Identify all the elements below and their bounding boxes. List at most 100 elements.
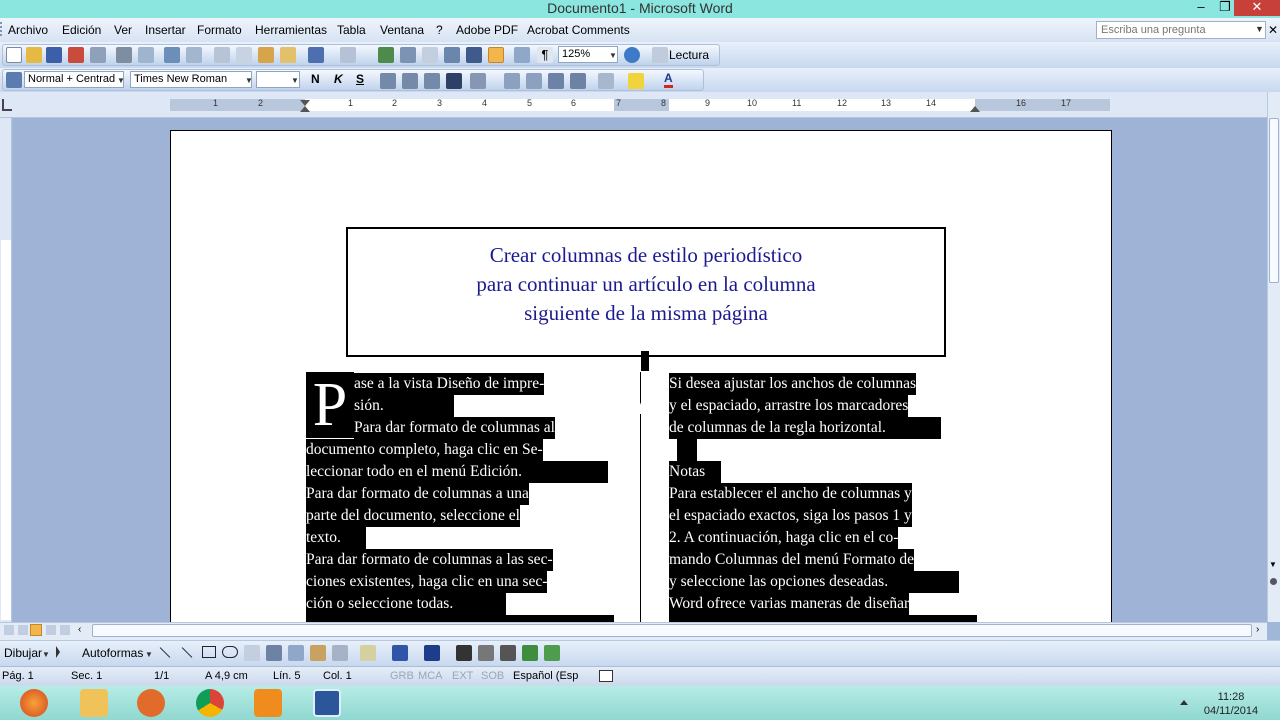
hyperlink-icon[interactable] bbox=[378, 47, 394, 63]
email-icon[interactable] bbox=[90, 47, 106, 63]
increase-indent-icon[interactable] bbox=[570, 73, 586, 89]
chrome-icon[interactable] bbox=[196, 689, 224, 717]
ask-dropdown-arrow-icon[interactable]: ▼ bbox=[1255, 24, 1264, 34]
underline-button[interactable]: S bbox=[356, 72, 364, 86]
paste-icon[interactable] bbox=[258, 47, 274, 63]
dash-style-icon[interactable] bbox=[478, 645, 494, 661]
fill-color-icon[interactable] bbox=[360, 645, 376, 661]
app-icon[interactable] bbox=[137, 689, 165, 717]
diagram-icon[interactable] bbox=[288, 645, 304, 661]
outline-view-icon[interactable] bbox=[46, 625, 56, 635]
reading-view-icon[interactable] bbox=[60, 625, 70, 635]
minimize-button[interactable]: – bbox=[1190, 0, 1212, 16]
menu-insertar[interactable]: Insertar bbox=[145, 23, 186, 37]
title-text-box[interactable]: Crear columnas de estilo periodístico pa… bbox=[346, 227, 946, 357]
justify-icon[interactable] bbox=[446, 73, 462, 89]
rectangle-tool-icon[interactable] bbox=[202, 646, 216, 658]
drawing-toggle-icon[interactable] bbox=[488, 47, 504, 63]
3d-style-icon[interactable] bbox=[544, 645, 560, 661]
zoom-dropdown-arrow-icon[interactable]: ▼ bbox=[609, 51, 617, 60]
align-right-icon[interactable] bbox=[424, 73, 440, 89]
browse-object-icon[interactable] bbox=[1270, 578, 1277, 585]
draw-menu-button[interactable]: Dibujar bbox=[4, 646, 42, 660]
media-player-icon[interactable] bbox=[254, 689, 282, 717]
show-formatting-icon[interactable]: ¶ bbox=[537, 47, 553, 63]
document-map-icon[interactable] bbox=[514, 47, 530, 63]
redo-icon[interactable] bbox=[340, 47, 356, 63]
styles-formatting-icon[interactable] bbox=[6, 72, 22, 88]
status-track-changes[interactable]: MCA bbox=[418, 670, 442, 682]
italic-button[interactable]: K bbox=[334, 72, 343, 86]
status-record-macro[interactable]: GRB bbox=[390, 670, 414, 682]
insert-picture-icon[interactable] bbox=[332, 645, 348, 661]
text-box-icon[interactable] bbox=[244, 645, 260, 661]
open-folder-icon[interactable] bbox=[26, 47, 42, 63]
bullets-icon[interactable] bbox=[526, 73, 542, 89]
print-icon[interactable] bbox=[116, 47, 132, 63]
scroll-left-arrow-icon[interactable]: ‹ bbox=[78, 624, 81, 635]
scroll-right-arrow-icon[interactable]: › bbox=[1256, 624, 1259, 635]
menu-ventana[interactable]: Ventana bbox=[380, 23, 424, 37]
tables-borders-icon[interactable] bbox=[400, 47, 416, 63]
oval-tool-icon[interactable] bbox=[222, 646, 238, 658]
menu-herramientas[interactable]: Herramientas bbox=[255, 23, 327, 37]
bold-button[interactable]: N bbox=[311, 72, 320, 86]
spelling-icon[interactable] bbox=[164, 47, 180, 63]
document-close-button[interactable]: ✕ bbox=[1268, 23, 1278, 37]
menu-formato[interactable]: Formato bbox=[197, 23, 242, 37]
select-objects-icon[interactable] bbox=[56, 646, 60, 658]
tab-selector-icon[interactable] bbox=[2, 99, 12, 111]
ask-question-input[interactable]: Escriba una pregunta bbox=[1096, 21, 1266, 39]
wordart-icon[interactable] bbox=[266, 645, 282, 661]
column-2[interactable]: Si desea ajustar los anchos de columnas … bbox=[669, 372, 981, 622]
align-left-icon[interactable] bbox=[380, 73, 396, 89]
spelling-status-icon[interactable] bbox=[599, 670, 613, 682]
insert-excel-icon[interactable] bbox=[444, 47, 460, 63]
borders-icon[interactable] bbox=[598, 73, 614, 89]
format-painter-icon[interactable] bbox=[280, 47, 296, 63]
columns-icon[interactable] bbox=[466, 47, 482, 63]
file-explorer-icon[interactable] bbox=[80, 689, 108, 717]
highlight-icon[interactable] bbox=[628, 73, 644, 89]
read-mode-icon[interactable] bbox=[652, 47, 668, 63]
numbering-icon[interactable] bbox=[504, 73, 520, 89]
line-style-icon[interactable] bbox=[456, 645, 472, 661]
menu-edicion[interactable]: Edición bbox=[62, 23, 101, 37]
autoshapes-dropdown-arrow-icon[interactable]: ▼ bbox=[145, 650, 153, 659]
menu-adobe-pdf[interactable]: Adobe PDF bbox=[456, 23, 518, 37]
font-color-button[interactable]: A bbox=[664, 71, 673, 88]
permission-icon[interactable] bbox=[68, 47, 84, 63]
shadow-style-icon[interactable] bbox=[522, 645, 538, 661]
font-select[interactable]: Times New Roman bbox=[130, 71, 252, 88]
insert-table-icon[interactable] bbox=[422, 47, 438, 63]
decrease-indent-icon[interactable] bbox=[548, 73, 564, 89]
taskbar-clock[interactable]: 11:28 04/11/2014 bbox=[1196, 690, 1266, 718]
line-color-icon[interactable] bbox=[392, 645, 408, 661]
help-icon[interactable] bbox=[624, 47, 640, 63]
horizontal-scroll-thumb[interactable] bbox=[92, 624, 1252, 637]
right-indent-marker-icon[interactable] bbox=[970, 106, 980, 112]
arrow-style-icon[interactable] bbox=[500, 645, 516, 661]
status-overtype[interactable]: SOB bbox=[481, 670, 504, 682]
cut-icon[interactable] bbox=[214, 47, 230, 63]
restore-button[interactable]: ❐ bbox=[1214, 0, 1236, 16]
menu-acrobat-comments[interactable]: Acrobat Comments bbox=[527, 23, 630, 37]
vertical-scroll-thumb[interactable] bbox=[1269, 118, 1279, 283]
line-spacing-icon[interactable] bbox=[470, 73, 486, 89]
print-layout-view-icon[interactable] bbox=[30, 624, 42, 636]
menu-ver[interactable]: Ver bbox=[114, 23, 132, 37]
word-taskbar-icon[interactable] bbox=[313, 689, 341, 717]
style-dropdown-arrow-icon[interactable]: ▼ bbox=[117, 76, 125, 85]
font-color-draw-icon[interactable] bbox=[424, 645, 440, 661]
firefox-icon[interactable] bbox=[20, 689, 48, 717]
column-1[interactable]: ase a la vista Diseño de impre- sión. Pa… bbox=[306, 372, 616, 622]
new-document-icon[interactable] bbox=[6, 47, 22, 63]
normal-view-icon[interactable] bbox=[4, 625, 14, 635]
font-dropdown-arrow-icon[interactable]: ▼ bbox=[245, 76, 253, 85]
read-mode-button[interactable]: Lectura bbox=[669, 48, 709, 62]
menu-archivo[interactable]: Archivo bbox=[8, 23, 48, 37]
hanging-indent-marker-icon[interactable] bbox=[300, 106, 310, 112]
menu-tabla[interactable]: Tabla bbox=[337, 23, 366, 37]
close-button[interactable]: ✕ bbox=[1234, 0, 1280, 16]
save-icon[interactable] bbox=[46, 47, 62, 63]
